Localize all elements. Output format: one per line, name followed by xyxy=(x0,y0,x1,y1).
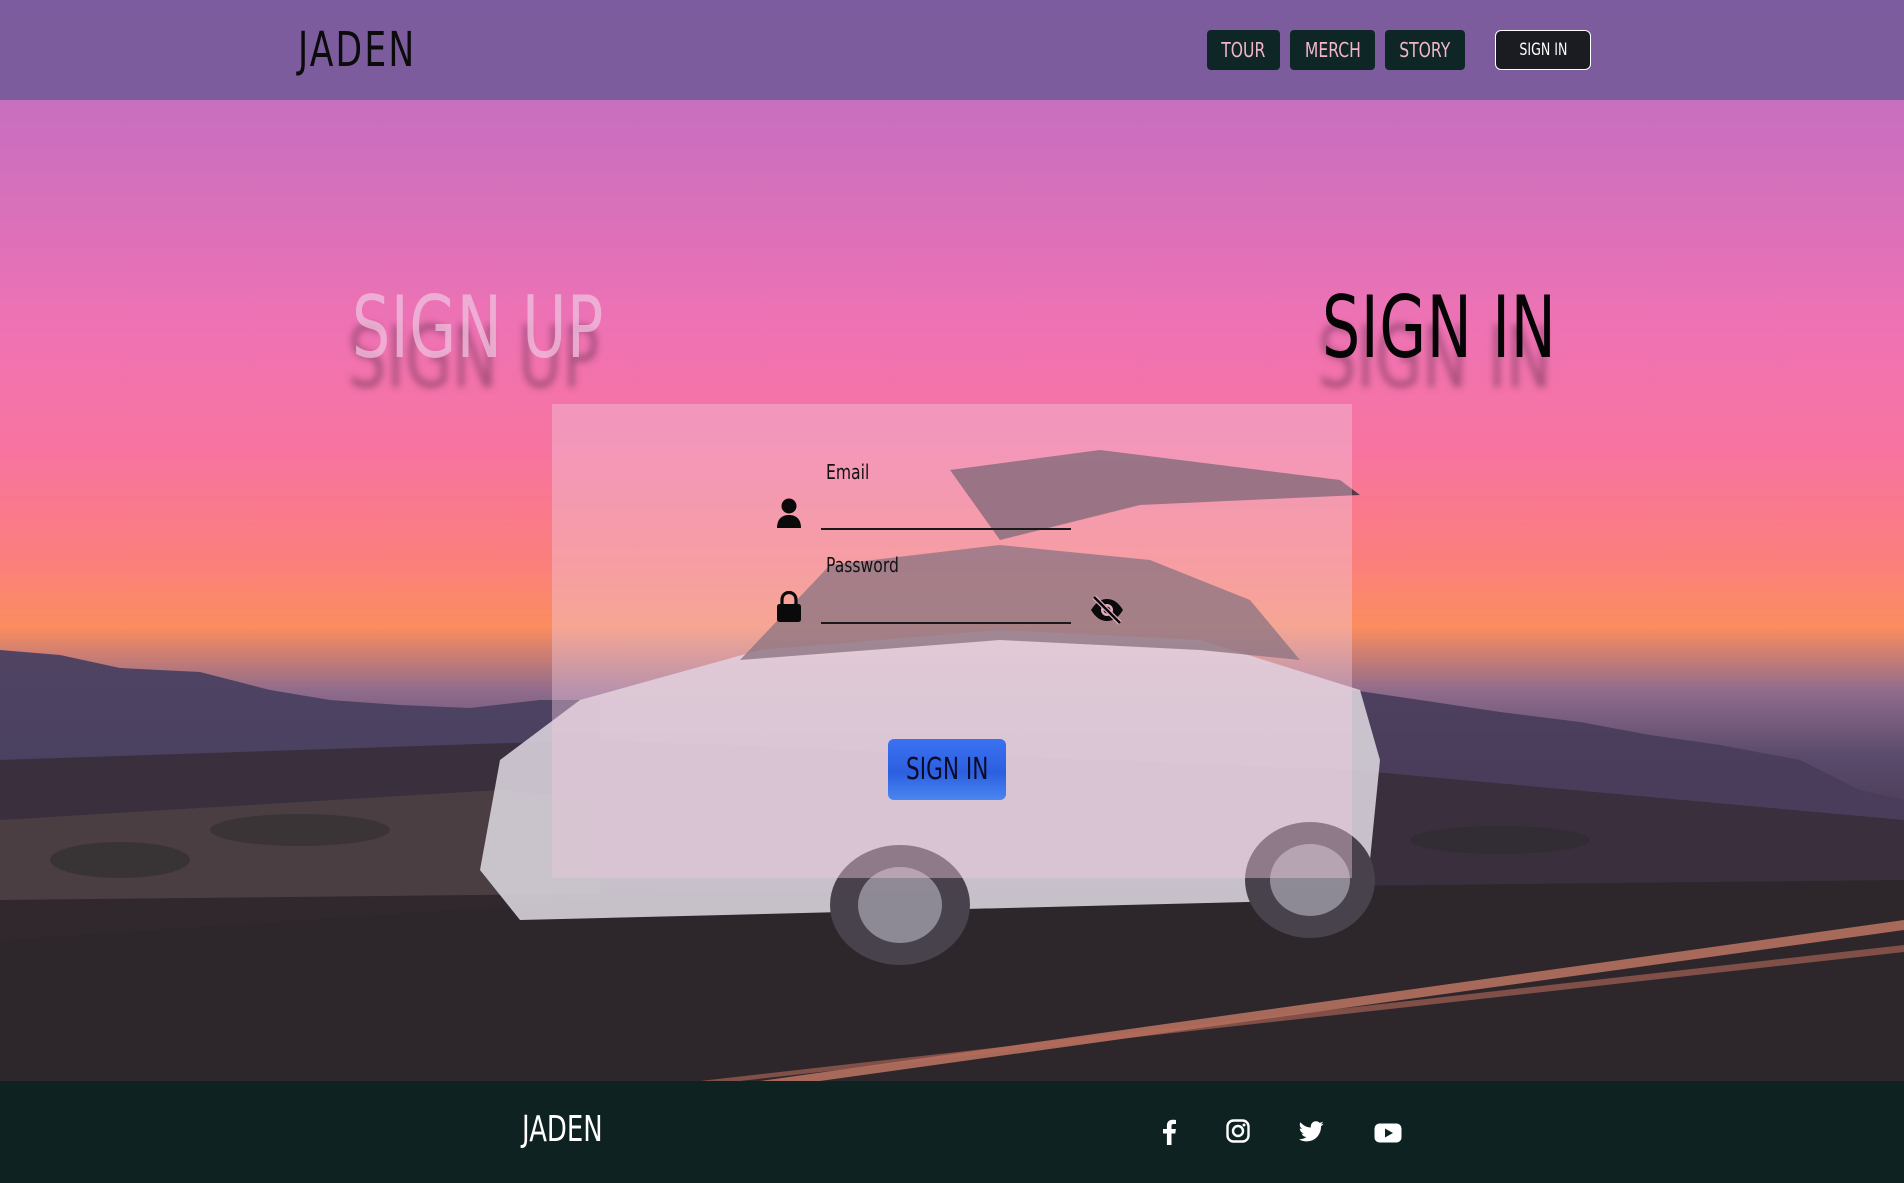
footer-brand: JADEN xyxy=(522,1109,603,1150)
nav-tour-button[interactable]: TOUR xyxy=(1207,30,1280,70)
lock-icon xyxy=(777,591,801,622)
nav-merch-button[interactable]: MERCH xyxy=(1290,30,1375,70)
instagram-icon[interactable] xyxy=(1226,1119,1250,1143)
password-input[interactable] xyxy=(821,588,1071,624)
footer: JADEN xyxy=(0,1081,1904,1183)
page: JADEN TOUR MERCH STORY SIGN IN SIGN UP S… xyxy=(0,0,1904,1183)
youtube-icon[interactable] xyxy=(1374,1123,1402,1143)
facebook-icon[interactable] xyxy=(1161,1119,1177,1145)
twitter-icon[interactable] xyxy=(1298,1121,1324,1143)
email-label: Email xyxy=(826,460,870,484)
eye-slash-icon[interactable] xyxy=(1089,595,1125,625)
sign-in-tab[interactable]: SIGN IN xyxy=(1322,278,1556,378)
email-input[interactable] xyxy=(821,494,1071,530)
sign-up-tab[interactable]: SIGN UP xyxy=(352,278,604,378)
password-label: Password xyxy=(826,553,899,577)
sign-in-form-card xyxy=(552,404,1352,878)
top-header: JADEN TOUR MERCH STORY SIGN IN xyxy=(0,0,1904,100)
sign-in-submit-button[interactable]: SIGN IN xyxy=(888,739,1006,800)
user-icon xyxy=(777,498,801,528)
header-sign-in-button[interactable]: SIGN IN xyxy=(1495,30,1591,70)
brand-logo[interactable]: JADEN xyxy=(298,22,416,78)
nav-story-button[interactable]: STORY xyxy=(1385,30,1465,70)
